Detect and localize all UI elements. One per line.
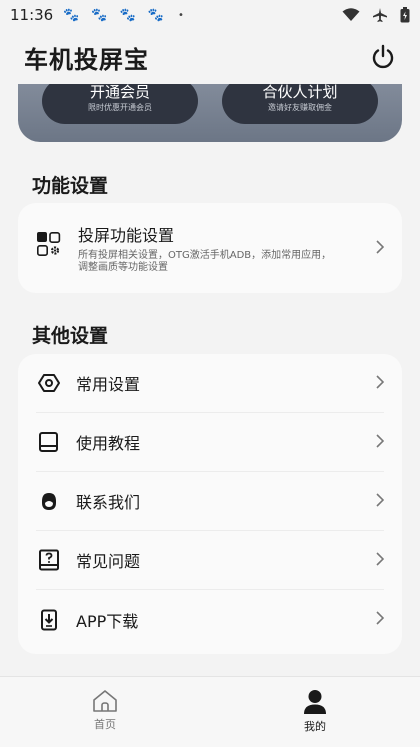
home-icon [93, 690, 117, 712]
airplane-icon [373, 8, 387, 22]
battery-icon [400, 7, 410, 23]
settings-item-common[interactable]: 常用设置 [36, 354, 385, 413]
member-subtitle: 限时优惠开通会员 [88, 103, 152, 112]
partner-button[interactable]: 合伙人计划 邀请好友赚取佣金 [222, 78, 378, 124]
chevron-right-icon [370, 551, 385, 570]
download-icon [38, 609, 60, 631]
chevron-right-icon [370, 239, 385, 258]
faq-icon [38, 549, 60, 571]
screen-cast-settings-item[interactable]: 投屏功能设置 所有投屏相关设置，OTG激活手机ADB，添加常用应用，调整画质等功… [18, 203, 402, 293]
wifi-icon [342, 8, 360, 21]
tab-profile[interactable]: 我的 [210, 677, 420, 747]
settings-item-label: 联系我们 [76, 493, 141, 512]
member-button[interactable]: 开通会员 限时优惠开通会员 [42, 78, 198, 124]
notification-dot: • [177, 9, 184, 21]
other-settings-list: 常用设置 使用教程 联系我们 常见问题 APP下载 [18, 354, 402, 654]
screen-cast-settings-title: 投屏功能设置 [78, 226, 175, 245]
paw-icon: 🐾 [119, 7, 136, 23]
partner-subtitle: 邀请好友赚取佣金 [268, 103, 332, 112]
function-settings-title: 功能设置 [32, 175, 109, 197]
paw-icon: 🐾 [147, 7, 164, 23]
paw-icon: 🐾 [63, 7, 80, 23]
settings-item-contact[interactable]: 联系我们 [36, 472, 385, 531]
settings-item-faq[interactable]: 常见问题 [36, 531, 385, 590]
settings-item-tutorial[interactable]: 使用教程 [36, 413, 385, 472]
settings-icon [38, 372, 60, 394]
settings-item-label: 常用设置 [76, 375, 141, 394]
book-icon [38, 431, 60, 453]
partner-title: 合伙人计划 [262, 83, 338, 101]
profile-icon [304, 690, 326, 714]
power-icon [372, 44, 394, 69]
paw-icon: 🐾 [91, 7, 108, 23]
contact-icon [38, 490, 60, 512]
chevron-right-icon [370, 610, 385, 629]
bottom-tab-bar: 首页 我的 [0, 676, 420, 747]
tab-profile-label: 我的 [304, 720, 326, 733]
app-header: 车机投屏宝 [0, 30, 420, 84]
tab-home[interactable]: 首页 [0, 677, 210, 747]
status-time: 11:36 [10, 6, 54, 24]
status-right-icons [342, 7, 410, 23]
widgets-icon [36, 231, 62, 257]
chevron-right-icon [370, 433, 385, 452]
settings-item-label: APP下载 [76, 611, 139, 631]
chevron-right-icon [370, 374, 385, 393]
other-settings-title: 其他设置 [32, 325, 109, 347]
chevron-right-icon [370, 492, 385, 511]
status-bar: 11:36 🐾 🐾 🐾 🐾 • [0, 0, 420, 30]
member-title: 开通会员 [89, 83, 150, 101]
settings-item-label: 常见问题 [76, 552, 141, 571]
settings-item-label: 使用教程 [76, 434, 141, 453]
page-title: 车机投屏宝 [24, 45, 149, 74]
screen-cast-settings-desc: 所有投屏相关设置，OTG激活手机ADB，添加常用应用，调整画质等功能设置 [78, 250, 332, 273]
settings-item-download[interactable]: APP下载 [36, 590, 385, 649]
tab-home-label: 首页 [94, 718, 116, 731]
power-button[interactable] [368, 42, 398, 72]
